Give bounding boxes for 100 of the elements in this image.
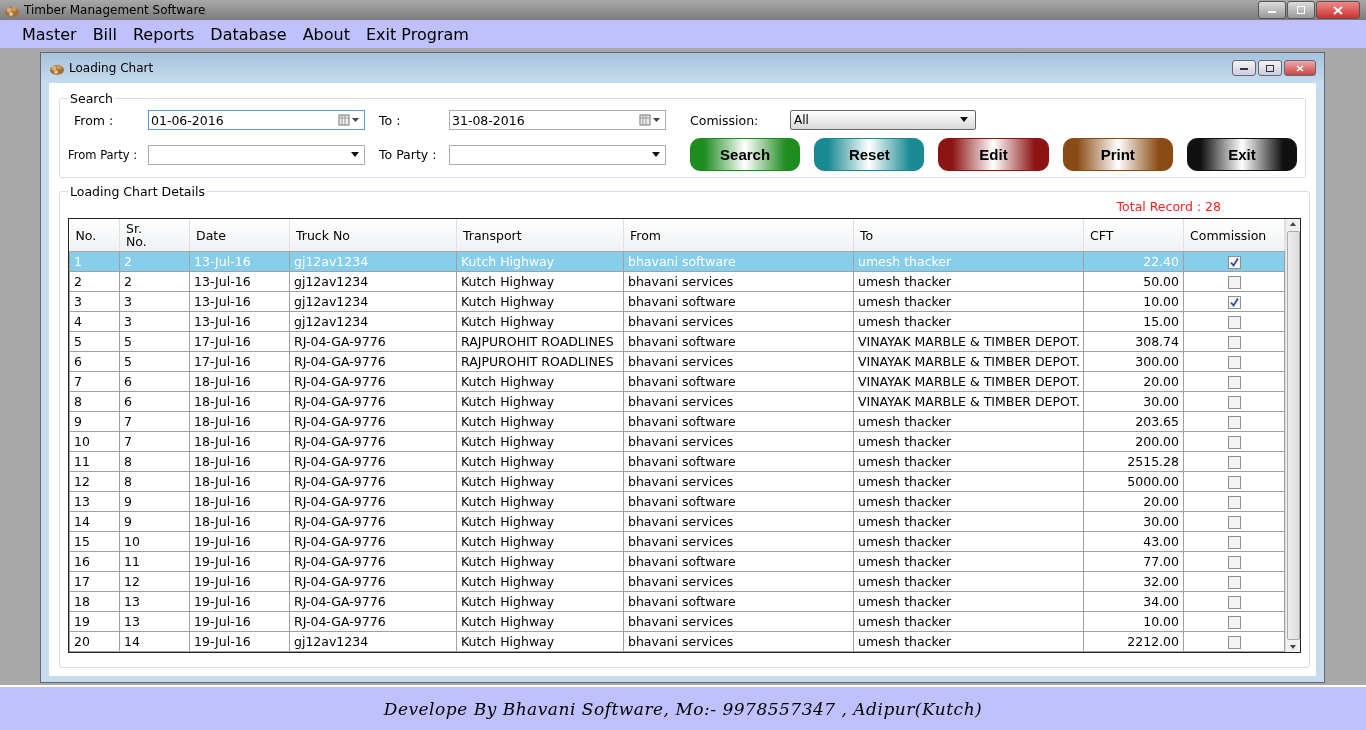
checkbox[interactable] (1227, 436, 1241, 449)
commission-label: Comission: (690, 112, 760, 128)
checkbox[interactable] (1227, 456, 1241, 469)
calendar-icon[interactable] (338, 114, 360, 126)
table-row[interactable]: 14 9 18-Jul-16 RJ-04-GA-9776 Kutch Highway bhavani services umesh thacker 30.00 (69, 511, 1285, 532)
menu-item[interactable]: Bill (84, 24, 125, 44)
table-cell: RJ-04-GA-9776 (289, 531, 457, 552)
commission-dropdown[interactable]: All (790, 110, 976, 130)
calendar-icon[interactable] (639, 114, 661, 126)
checkbox[interactable] (1227, 576, 1241, 589)
checkbox[interactable] (1227, 256, 1241, 269)
checkbox[interactable] (1227, 316, 1241, 329)
checkbox[interactable] (1227, 396, 1241, 409)
checkbox[interactable] (1227, 416, 1241, 429)
column-header[interactable]: Commission (1183, 219, 1285, 252)
table-row[interactable]: 3 3 13-Jul-16 gj12av1234 Kutch Highway bhavani software umesh thacker 10.00 (69, 291, 1285, 312)
table-cell: 13 (69, 491, 120, 512)
checkbox[interactable] (1227, 616, 1241, 629)
checkbox[interactable] (1227, 556, 1241, 569)
column-header[interactable]: No. (69, 219, 120, 252)
table-cell: 77.00 (1083, 551, 1184, 572)
table-row[interactable]: 12 8 18-Jul-16 RJ-04-GA-9776 Kutch Highway bhavani services umesh thacker 5000.00 (69, 471, 1285, 492)
table-cell: 7 (119, 431, 190, 452)
checkbox[interactable] (1227, 516, 1241, 529)
table-cell: RJ-04-GA-9776 (289, 411, 457, 432)
checkbox[interactable] (1227, 296, 1241, 309)
action-button[interactable]: Exit (1186, 138, 1297, 171)
checkbox[interactable] (1227, 596, 1241, 609)
caret-icon[interactable] (959, 117, 969, 123)
table-cell: 10 (119, 531, 190, 552)
maximize-button[interactable] (1287, 1, 1315, 19)
to-label: To : (379, 112, 402, 128)
action-button[interactable]: Search (690, 138, 801, 171)
table-row[interactable]: 17 12 19-Jul-16 RJ-04-GA-9776 Kutch Highway bhavani services umesh thacker 32.00 (69, 571, 1285, 592)
maximize-button[interactable] (1258, 60, 1282, 76)
checkbox[interactable] (1227, 536, 1241, 549)
menu-item[interactable]: Database (202, 24, 295, 44)
table-cell: RJ-04-GA-9776 (289, 591, 457, 612)
table-cell: 10.00 (1083, 611, 1184, 632)
table-cell: RJ-04-GA-9776 (289, 571, 457, 592)
table-cell: RJ-04-GA-9776 (289, 511, 457, 532)
table-row[interactable]: 19 13 19-Jul-16 RJ-04-GA-9776 Kutch Highway bhavani services umesh thacker 10.00 (69, 611, 1285, 632)
table-cell: 18-Jul-16 (189, 511, 290, 532)
table-cell: umesh thacker (853, 511, 1084, 532)
action-button[interactable]: Edit (938, 138, 1049, 171)
table-row[interactable]: 4 3 13-Jul-16 gj12av1234 Kutch Highway bhavani services umesh thacker 15.00 (69, 311, 1285, 332)
checkbox[interactable] (1227, 636, 1241, 649)
caret-icon[interactable] (350, 151, 360, 158)
table-row[interactable]: 2 2 13-Jul-16 gj12av1234 Kutch Highway bhavani services umesh thacker 50.00 (69, 271, 1285, 292)
table-row[interactable]: 13 9 18-Jul-16 RJ-04-GA-9776 Kutch Highway bhavani software umesh thacker 20.00 (69, 491, 1285, 512)
checkbox[interactable] (1227, 356, 1241, 369)
from-date-field[interactable]: 01-06-2016 (148, 110, 365, 130)
minimize-button[interactable] (1258, 1, 1286, 19)
table-cell: Kutch Highway (456, 431, 624, 452)
column-header[interactable]: To (853, 219, 1084, 252)
total-record-label: Total Record : 28 (1115, 199, 1222, 214)
table-row[interactable]: 20 14 19-Jul-16 gj12av1234 Kutch Highway bhavani services umesh thacker 2212.00 (69, 631, 1285, 652)
column-header[interactable]: Transport (456, 219, 624, 252)
action-button[interactable]: Reset (814, 138, 925, 171)
table-row[interactable]: 16 11 19-Jul-16 RJ-04-GA-9776 Kutch Highway bhavani software umesh thacker 77.00 (69, 551, 1285, 572)
checkbox[interactable] (1227, 376, 1241, 389)
action-button[interactable]: Print (1062, 138, 1173, 171)
menu-item[interactable]: Master (14, 24, 85, 44)
table-cell: 5 (119, 331, 190, 352)
table-cell: 15 (69, 531, 120, 552)
column-header[interactable]: Truck No (289, 219, 457, 252)
scrollbar[interactable] (1285, 219, 1300, 652)
menu-item[interactable]: About (294, 24, 358, 44)
checkbox[interactable] (1227, 336, 1241, 349)
table-row[interactable]: 6 5 17-Jul-16 RJ-04-GA-9776 RAJPUROHIT ROADLINES bhavani services VINAYAK MARBLE & TIMBER DEPOT. 300.00 (69, 351, 1285, 372)
table-row[interactable]: 11 8 18-Jul-16 RJ-04-GA-9776 Kutch Highway bhavani software umesh thacker 2515.28 (69, 451, 1285, 472)
minimize-button[interactable] (1232, 60, 1256, 76)
table-cell: 8 (119, 471, 190, 492)
checkbox[interactable] (1227, 276, 1241, 289)
close-button[interactable] (1316, 1, 1360, 19)
checkbox[interactable] (1227, 496, 1241, 509)
column-header[interactable]: CFT (1083, 219, 1184, 252)
table-cell: 19-Jul-16 (189, 591, 290, 612)
caret-icon[interactable] (651, 151, 661, 158)
table-row[interactable]: 5 5 17-Jul-16 RJ-04-GA-9776 RAJPUROHIT ROADLINES bhavani software VINAYAK MARBLE & TIMBER DEPOT. 308.74 (69, 331, 1285, 352)
table-row[interactable]: 9 7 18-Jul-16 RJ-04-GA-9776 Kutch Highway bhavani software umesh thacker 203.65 (69, 411, 1285, 432)
table-row[interactable]: 10 7 18-Jul-16 RJ-04-GA-9776 Kutch Highway bhavani services umesh thacker 200.00 (69, 431, 1285, 452)
table-cell: bhavani services (623, 571, 854, 592)
menu-item[interactable]: Exit Program (358, 24, 477, 44)
table-row[interactable]: 8 6 18-Jul-16 RJ-04-GA-9776 Kutch Highway bhavani services VINAYAK MARBLE & TIMBER DEPOT. 30.00 (69, 391, 1285, 412)
close-button[interactable] (1284, 60, 1316, 76)
table-cell: bhavani services (623, 271, 854, 292)
column-header[interactable]: Sr. No. (119, 219, 190, 252)
table-row[interactable]: 15 10 19-Jul-16 RJ-04-GA-9776 Kutch Highway bhavani services umesh thacker 43.00 (69, 531, 1285, 552)
table-cell: Kutch Highway (456, 531, 624, 552)
table-row[interactable]: 7 6 18-Jul-16 RJ-04-GA-9776 Kutch Highway bhavani software VINAYAK MARBLE & TIMBER DEPOT. 20.00 (69, 371, 1285, 392)
table-cell: bhavani services (623, 631, 854, 652)
column-header[interactable]: Date (189, 219, 290, 252)
menu-item[interactable]: Reports (124, 24, 203, 44)
column-header[interactable]: From (623, 219, 854, 252)
table-cell: RJ-04-GA-9776 (289, 471, 457, 492)
table-row[interactable]: 18 13 19-Jul-16 RJ-04-GA-9776 Kutch Highway bhavani software umesh thacker 34.00 (69, 591, 1285, 612)
table-cell: bhavani software (623, 291, 854, 312)
to-date-field[interactable]: 31-08-2016 (449, 110, 666, 130)
checkbox[interactable] (1227, 476, 1241, 489)
